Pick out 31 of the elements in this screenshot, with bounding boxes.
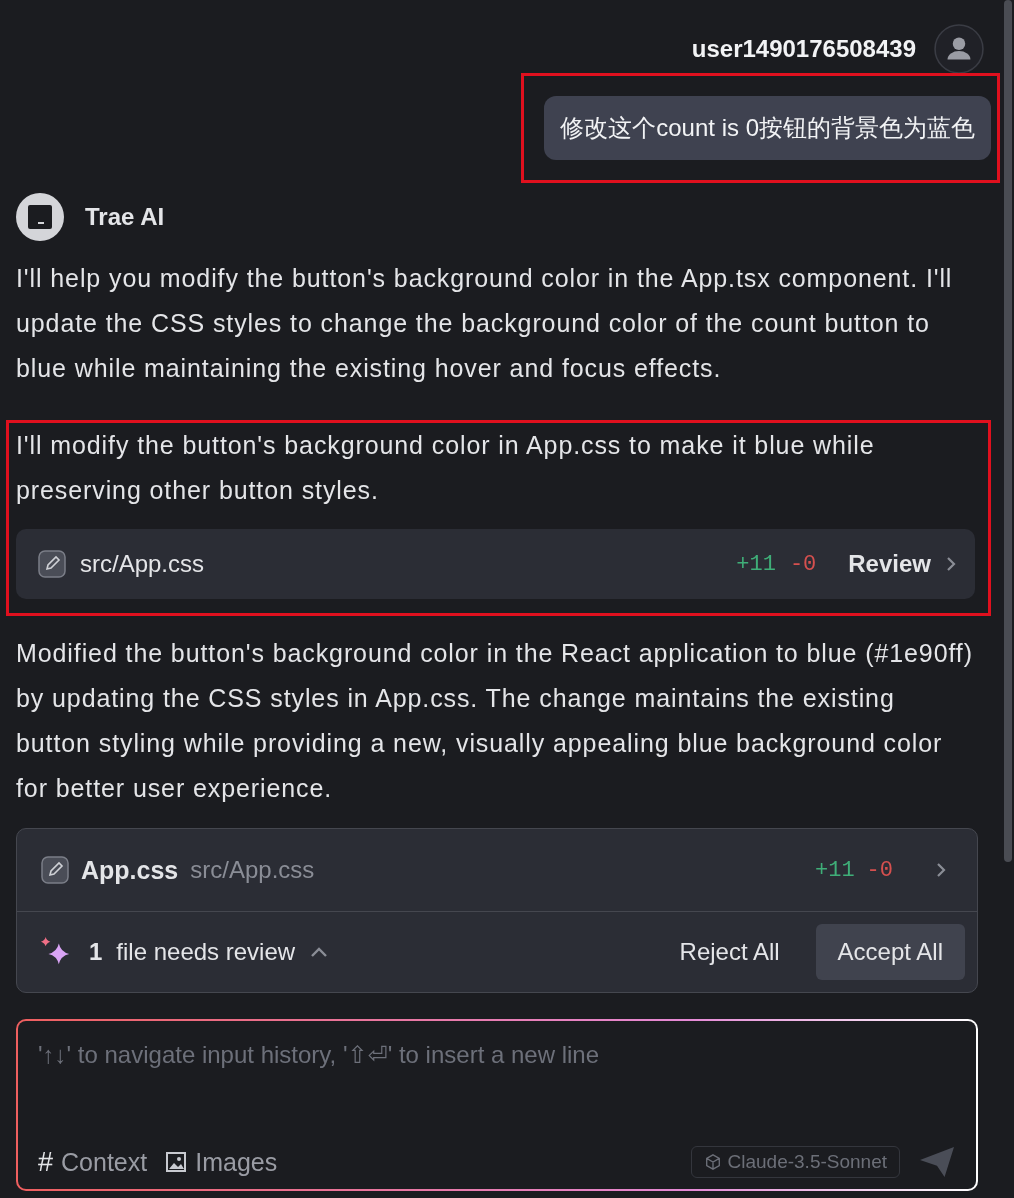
review-label: file needs review [116,938,296,966]
added-count: +11 [815,857,855,883]
message-text: I'll help you modify the button's background color in the App.tsx component. I'll update the CSS styles to change the background color of the count button to blue while maintaining the existing hover and focus effects. [16,263,954,384]
user-avatar-icon [934,24,984,74]
file-path: src/App.css [80,550,205,578]
pencil-icon [41,856,69,884]
file-change-card[interactable]: src/App.css +11 -0 Review [16,529,975,599]
file-name[interactable]: App.css [81,855,179,885]
context-button[interactable]: # Context [38,1146,148,1178]
assistant-avatar-icon [16,193,64,241]
chat-input[interactable]: '↑↓' to navigate input history, '⇧⏎' to insert a new line # Context Images Claude-3.5-Sonnet [16,1019,978,1191]
image-icon [165,1151,188,1173]
images-button[interactable]: Images [165,1147,278,1177]
chevron-right-icon [945,555,957,573]
accept-button[interactable]: Accept All [815,924,965,980]
user-message: 修改这个count is 0按钮的背景色为蓝色 [544,96,991,160]
review-count: 1 [89,938,103,966]
removed-count: -0 [789,551,817,577]
scrollbar-thumb[interactable] [1004,0,1012,862]
file-path: src/App.css [190,856,315,884]
assistant-name: Trae AI [85,203,165,231]
added-count: +11 [736,551,776,577]
cube-icon [703,1153,722,1171]
chevron-right-icon[interactable] [935,861,947,879]
message-text: I'll modify the button's background color in App.css to make it blue while preserving other button styles. [16,430,876,506]
message-text: Modified the button's background color in the React application to blue (#1e90ff) by updating the CSS styles in App.css. The change maintains the existing button styling while providing a new, visually appealing blue background color for better user experience. [16,638,974,804]
user-name: user1490176508439 [691,35,916,63]
review-link[interactable]: Review [848,550,931,578]
pencil-icon [38,550,66,578]
reject-button[interactable]: Reject All [657,924,802,980]
removed-count: -0 [866,857,893,883]
